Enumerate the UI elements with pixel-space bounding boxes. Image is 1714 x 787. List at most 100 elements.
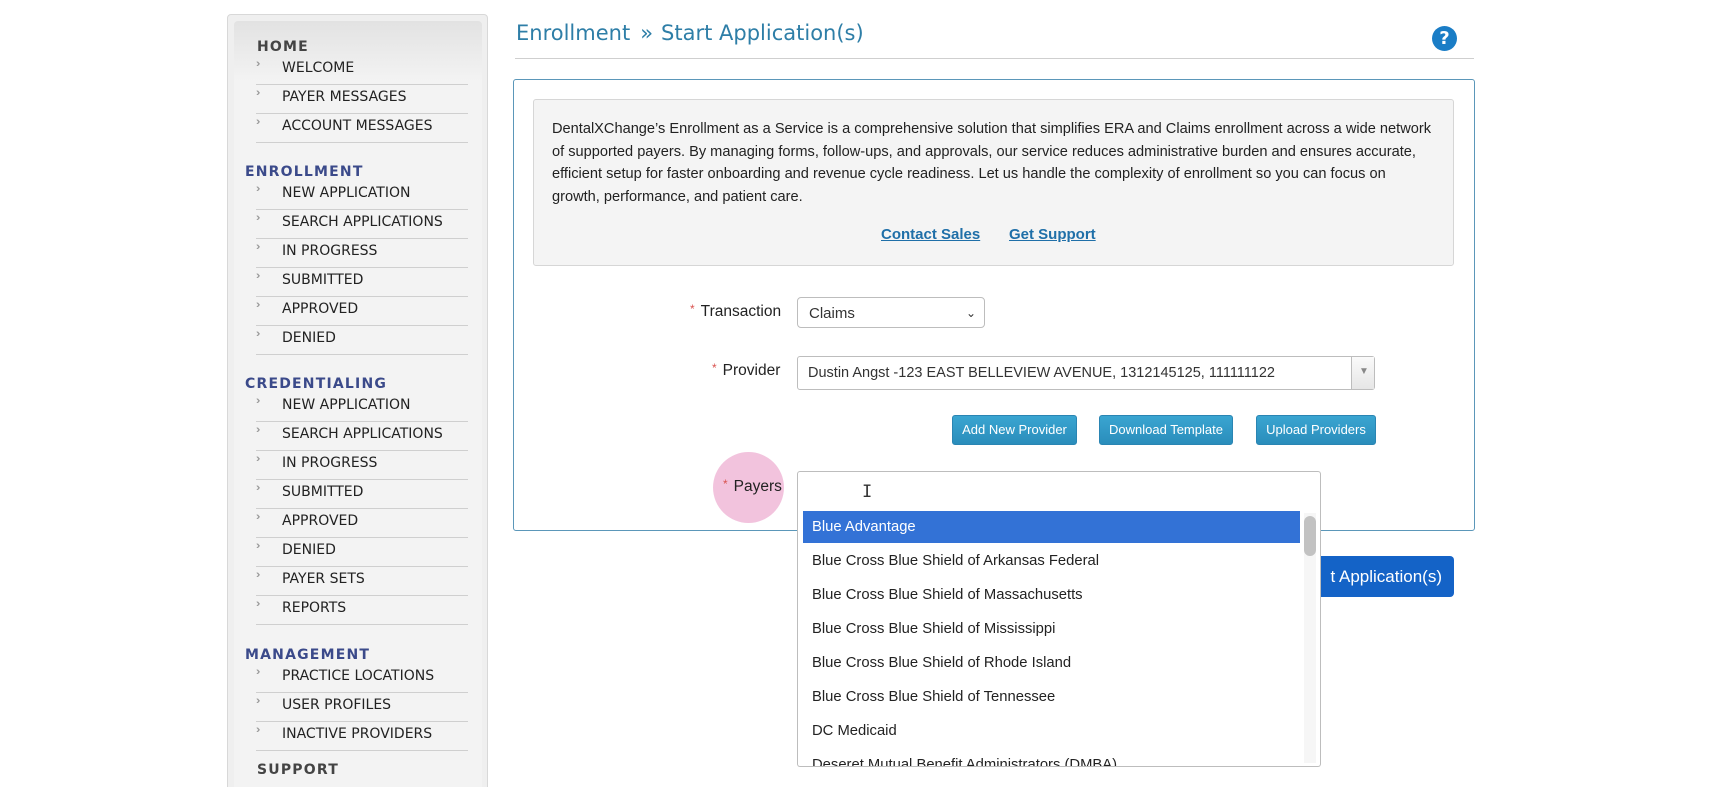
sidebar-item-payer-sets[interactable]: ›› PAYER SETS bbox=[256, 567, 468, 596]
sidebar-item-label: IN PROGRESS bbox=[282, 243, 378, 259]
provider-label: * Provider bbox=[712, 361, 780, 380]
sidebar-item-credentialing-submitted[interactable]: ›› SUBMITTED bbox=[256, 480, 468, 509]
sidebar-item-enrollment-new-application[interactable]: ›› NEW APPLICATION bbox=[256, 181, 468, 210]
sidebar-heading-credentialing[interactable]: CREDENTIALING bbox=[245, 376, 387, 392]
double-chevron-icon: ›› bbox=[256, 87, 261, 99]
sidebar-item-account-messages[interactable]: ›› ACCOUNT MESSAGES bbox=[256, 114, 468, 143]
chevron-down-icon: ⌄ bbox=[965, 306, 976, 320]
payer-option[interactable]: Blue Cross Blue Shield of Rhode Island bbox=[803, 647, 1300, 679]
breadcrumb-separator: » bbox=[640, 21, 654, 45]
sidebar-item-label: DENIED bbox=[282, 542, 336, 558]
required-marker: * bbox=[690, 302, 695, 316]
double-chevron-icon: ›› bbox=[256, 241, 261, 253]
transaction-label-text: Transaction bbox=[700, 303, 782, 320]
sidebar-item-enrollment-search-applications[interactable]: ›› SEARCH APPLICATIONS bbox=[256, 210, 468, 239]
sidebar-item-enrollment-submitted[interactable]: ›› SUBMITTED bbox=[256, 268, 468, 297]
double-chevron-icon: ›› bbox=[256, 540, 261, 552]
sidebar-item-label: SEARCH APPLICATIONS bbox=[282, 426, 443, 442]
add-new-provider-button[interactable]: Add New Provider bbox=[952, 415, 1077, 445]
double-chevron-icon: ›› bbox=[256, 724, 261, 736]
double-chevron-icon: ›› bbox=[256, 598, 261, 610]
title-divider bbox=[515, 58, 1474, 59]
sidebar-item-reports[interactable]: ›› REPORTS bbox=[256, 596, 468, 625]
sidebar-item-label: NEW APPLICATION bbox=[282, 397, 411, 413]
payer-option[interactable]: Blue Cross Blue Shield of Mississippi bbox=[803, 613, 1300, 645]
contact-sales-link[interactable]: Contact Sales bbox=[881, 226, 980, 243]
sidebar-item-enrollment-denied[interactable]: ›› DENIED bbox=[256, 326, 468, 355]
provider-select[interactable]: Dustin Angst -123 EAST BELLEVIEW AVENUE,… bbox=[797, 356, 1375, 390]
provider-select-toggle[interactable]: ▼ bbox=[1351, 357, 1374, 389]
sidebar-item-label: REPORTS bbox=[282, 600, 347, 616]
sidebar-item-inactive-providers[interactable]: ›› INACTIVE PROVIDERS bbox=[256, 722, 468, 751]
provider-select-value: Dustin Angst -123 EAST BELLEVIEW AVENUE,… bbox=[808, 365, 1275, 381]
double-chevron-icon: ›› bbox=[256, 666, 261, 678]
double-chevron-icon: ›› bbox=[256, 511, 261, 523]
sidebar-item-credentialing-search-applications[interactable]: ›› SEARCH APPLICATIONS bbox=[256, 422, 468, 451]
scrollbar-thumb[interactable] bbox=[1304, 516, 1316, 556]
double-chevron-icon: ›› bbox=[256, 212, 261, 224]
sidebar-item-label: PAYER MESSAGES bbox=[282, 89, 407, 105]
payers-dropdown-list[interactable]: Blue Advantage Blue Cross Blue Shield of… bbox=[797, 509, 1321, 767]
sidebar-item-label: SUBMITTED bbox=[282, 484, 364, 500]
sidebar-item-welcome[interactable]: ›› WELCOME bbox=[256, 56, 468, 85]
sidebar-item-label: IN PROGRESS bbox=[282, 455, 378, 471]
breadcrumb-current: Start Application(s) bbox=[661, 21, 864, 45]
sidebar-heading-home[interactable]: HOME bbox=[257, 39, 309, 55]
sidebar-heading-enrollment[interactable]: ENROLLMENT bbox=[245, 164, 364, 180]
sidebar-heading-support[interactable]: SUPPORT bbox=[257, 762, 339, 778]
provider-label-text: Provider bbox=[722, 362, 781, 379]
sidebar-heading-management[interactable]: MANAGEMENT bbox=[245, 647, 370, 663]
caret-down-icon: ▼ bbox=[1359, 366, 1369, 377]
payers-label: * Payers bbox=[723, 477, 782, 496]
double-chevron-icon: ›› bbox=[256, 695, 261, 707]
payers-search-input[interactable] bbox=[797, 471, 1321, 509]
required-marker: * bbox=[712, 361, 717, 375]
payer-option[interactable]: Blue Advantage bbox=[803, 511, 1300, 543]
sidebar-item-label: DENIED bbox=[282, 330, 336, 346]
page-title: Enrollment » Start Application(s) bbox=[516, 21, 864, 45]
get-support-link[interactable]: Get Support bbox=[1009, 226, 1096, 243]
sidebar-item-credentialing-approved[interactable]: ›› APPROVED bbox=[256, 509, 468, 538]
help-icon[interactable]: ? bbox=[1432, 26, 1457, 51]
double-chevron-icon: ›› bbox=[256, 58, 261, 70]
breadcrumb-root[interactable]: Enrollment bbox=[516, 21, 630, 45]
payer-option[interactable]: Blue Cross Blue Shield of Tennessee bbox=[803, 681, 1300, 713]
payer-option[interactable]: DC Medicaid bbox=[803, 715, 1300, 747]
upload-providers-button[interactable]: Upload Providers bbox=[1256, 415, 1376, 445]
sidebar-item-enrollment-in-progress[interactable]: ›› IN PROGRESS bbox=[256, 239, 468, 268]
payer-option[interactable]: Deseret Mutual Benefit Administrators (D… bbox=[803, 749, 1300, 766]
double-chevron-icon: ›› bbox=[256, 116, 261, 128]
sidebar-item-label: PAYER SETS bbox=[282, 571, 365, 587]
payer-option[interactable]: Blue Cross Blue Shield of Massachusetts bbox=[803, 579, 1300, 611]
sidebar-item-label: APPROVED bbox=[282, 513, 359, 529]
sidebar-item-label: PRACTICE LOCATIONS bbox=[282, 668, 435, 684]
double-chevron-icon: ›› bbox=[256, 270, 261, 282]
double-chevron-icon: ›› bbox=[256, 183, 261, 195]
sidebar-item-label: ACCOUNT MESSAGES bbox=[282, 118, 433, 134]
double-chevron-icon: ›› bbox=[256, 328, 261, 340]
sidebar-item-label: SEARCH APPLICATIONS bbox=[282, 214, 443, 230]
sidebar-item-payer-messages[interactable]: ›› PAYER MESSAGES bbox=[256, 85, 468, 114]
text-cursor-icon: I bbox=[862, 482, 873, 502]
sidebar-item-credentialing-denied[interactable]: ›› DENIED bbox=[256, 538, 468, 567]
double-chevron-icon: ›› bbox=[256, 453, 261, 465]
dropdown-scrollbar[interactable] bbox=[1304, 513, 1316, 763]
payer-option[interactable]: Blue Cross Blue Shield of Arkansas Feder… bbox=[803, 545, 1300, 577]
required-marker: * bbox=[723, 477, 728, 491]
double-chevron-icon: ›› bbox=[256, 424, 261, 436]
sidebar-item-label: SUBMITTED bbox=[282, 272, 364, 288]
sidebar-item-credentialing-in-progress[interactable]: ›› IN PROGRESS bbox=[256, 451, 468, 480]
download-template-button[interactable]: Download Template bbox=[1099, 415, 1233, 445]
double-chevron-icon: ›› bbox=[256, 569, 261, 581]
sidebar-item-user-profiles[interactable]: ›› USER PROFILES bbox=[256, 693, 468, 722]
sidebar-item-enrollment-approved[interactable]: ›› APPROVED bbox=[256, 297, 468, 326]
payers-label-text: Payers bbox=[733, 478, 782, 495]
sidebar-item-label: APPROVED bbox=[282, 301, 359, 317]
sidebar-item-practice-locations[interactable]: ›› PRACTICE LOCATIONS bbox=[256, 664, 468, 693]
transaction-select[interactable]: Claims ⌄ bbox=[797, 297, 985, 328]
sidebar-item-credentialing-new-application[interactable]: ›› NEW APPLICATION bbox=[256, 393, 468, 422]
double-chevron-icon: ›› bbox=[256, 482, 261, 494]
double-chevron-icon: ›› bbox=[256, 395, 261, 407]
sidebar-item-label: USER PROFILES bbox=[282, 697, 392, 713]
sidebar-item-label: NEW APPLICATION bbox=[282, 185, 411, 201]
